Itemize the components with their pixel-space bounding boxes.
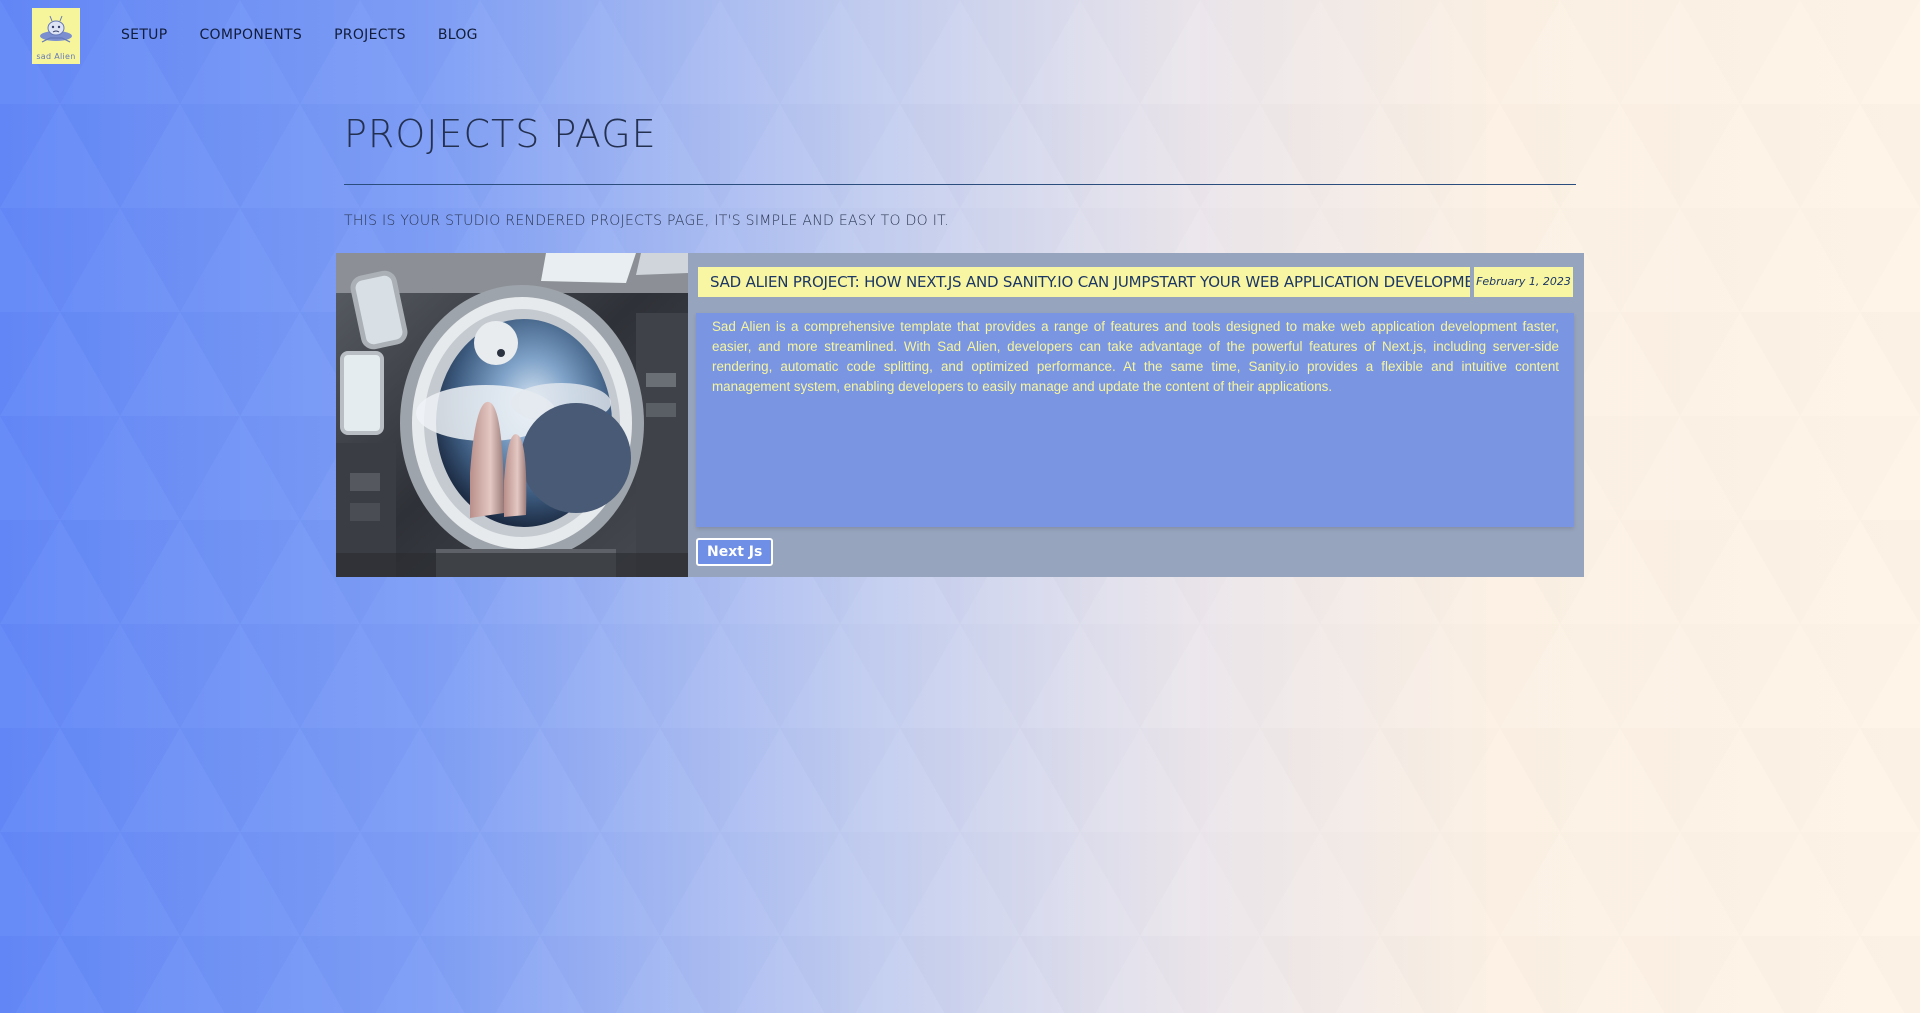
top-header: sad Alien SETUP COMPONENTS PROJECTS BLOG <box>0 0 1920 75</box>
nav-link-blog[interactable]: BLOG <box>438 27 478 43</box>
sad-alien-logo[interactable]: sad Alien <box>32 8 80 64</box>
tag-next-js-button[interactable]: Next Js <box>696 538 774 566</box>
nav-link-setup[interactable]: SETUP <box>121 27 167 43</box>
page-title: PROJECTS PAGE <box>344 112 657 156</box>
project-image[interactable] <box>336 253 688 577</box>
project-description: Sad Alien is a comprehensive template th… <box>696 313 1574 527</box>
nav-link-projects[interactable]: PROJECTS <box>334 27 406 43</box>
spaceship-window-image <box>336 253 688 577</box>
project-card: SAD ALIEN PROJECT: HOW NEXT.JS AND SANIT… <box>336 253 1584 577</box>
logo-text: sad Alien <box>36 52 76 61</box>
title-divider <box>344 184 1576 185</box>
main-nav: SETUP COMPONENTS PROJECTS BLOG <box>121 27 478 43</box>
project-title[interactable]: SAD ALIEN PROJECT: HOW NEXT.JS AND SANIT… <box>698 267 1470 297</box>
alien-logo-icon <box>40 15 72 43</box>
page-intro: THIS IS YOUR STUDIO RENDERED PROJECTS PA… <box>344 213 950 229</box>
project-date: February 1, 2023 <box>1474 267 1573 297</box>
nav-link-components[interactable]: COMPONENTS <box>199 27 302 43</box>
